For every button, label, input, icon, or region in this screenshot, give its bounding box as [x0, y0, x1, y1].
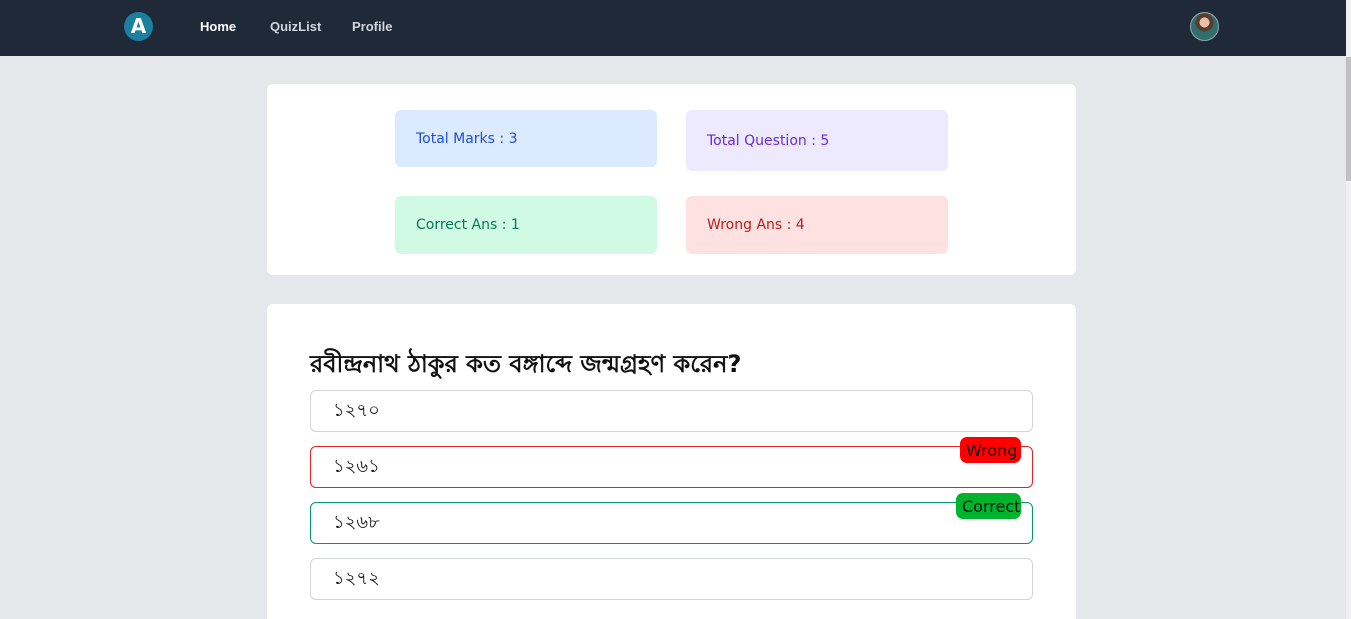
top-navbar: A Home QuizList Profile — [0, 0, 1346, 56]
total-marks-stat: Total Marks : 3 — [395, 110, 657, 167]
answer-option-4[interactable]: ১২৭২ — [310, 558, 1033, 600]
logo-icon[interactable]: A — [124, 12, 153, 41]
avatar[interactable] — [1190, 12, 1219, 41]
total-question-stat: Total Question : 5 — [686, 110, 948, 171]
nav-link-quizlist[interactable]: QuizList — [270, 19, 321, 34]
answer-option-label: ১২৭২ — [333, 567, 380, 589]
nav-link-profile[interactable]: Profile — [352, 19, 392, 34]
page-scrollbar[interactable] — [1346, 0, 1351, 619]
answer-option-1[interactable]: ১২৭০ — [310, 390, 1033, 432]
scrollbar-thumb[interactable] — [1346, 57, 1351, 181]
wrong-answers-stat: Wrong Ans : 4 — [686, 196, 948, 254]
answer-option-2-wrong[interactable]: ১২৬১ — [310, 446, 1033, 488]
correct-answers-stat: Correct Ans : 1 — [395, 196, 657, 254]
nav-link-home[interactable]: Home — [200, 19, 236, 34]
correct-badge: Correct — [956, 493, 1021, 519]
answer-option-label: ১২৬১ — [333, 455, 380, 477]
answer-option-label: ১২৬৮ — [333, 511, 380, 533]
answer-option-3-correct[interactable]: ১২৬৮ — [310, 502, 1033, 544]
result-summary-card: Total Marks : 3 Total Question : 5 Corre… — [267, 84, 1076, 275]
question-text: রবীন্দ্রনাথ ঠাকুর কত বঙ্গাব্দে জন্মগ্রহণ… — [310, 350, 742, 378]
answer-option-label: ১২৭০ — [333, 399, 380, 421]
question-card: রবীন্দ্রনাথ ঠাকুর কত বঙ্গাব্দে জন্মগ্রহণ… — [267, 304, 1076, 619]
wrong-badge: Wrong — [960, 437, 1021, 463]
